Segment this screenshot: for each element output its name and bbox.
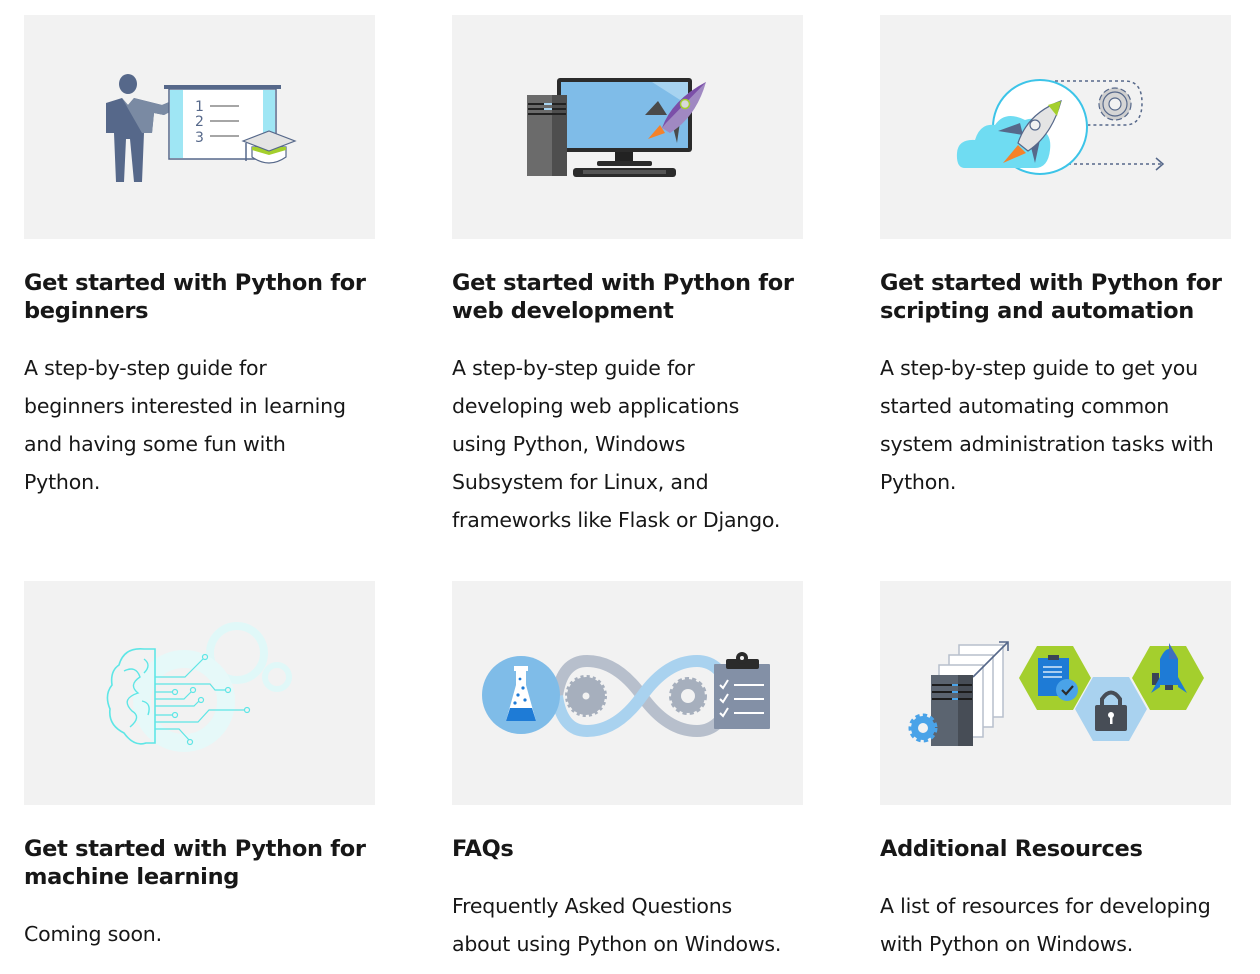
description-line: and having some fun with	[24, 432, 286, 456]
description-line: A step-by-step guide to get you	[880, 356, 1198, 380]
description-line: Frequently Asked Questions	[452, 894, 733, 918]
description-line: A step-by-step guide for	[24, 356, 267, 380]
description-line: A step-by-step guide for	[452, 356, 695, 380]
description-line: Python.	[24, 470, 101, 494]
card-description: Coming soon.	[24, 915, 162, 953]
description-line: started automating common	[880, 394, 1170, 418]
description-line: Python.	[880, 470, 957, 494]
description-line: A list of resources for developing	[880, 894, 1211, 918]
card-scripting-automation[interactable]: Get started with Python for scripting an…	[880, 15, 1231, 494]
card-additional-resources[interactable]: Additional Resources A list of resources…	[880, 581, 1231, 956]
card-title[interactable]: Get started with Python for web developm…	[452, 269, 794, 325]
card-faqs[interactable]: FAQs Frequently Asked Questions about us…	[452, 581, 803, 956]
card-image-machine-learning[interactable]	[24, 581, 375, 805]
card-image-faqs[interactable]	[452, 581, 803, 805]
card-title[interactable]: Get started with Python for beginners	[24, 269, 366, 325]
description-line: frameworks like Flask or Django.	[452, 508, 781, 532]
card-title-line[interactable]: web development	[452, 298, 674, 324]
flask-infinity-checklist-icon	[482, 652, 770, 738]
card-title-line[interactable]: beginners	[24, 298, 149, 324]
desktop-rocket-icon	[527, 78, 706, 177]
teacher-presentation-icon: 1 2 3	[106, 74, 297, 182]
card-title-line[interactable]: scripting and automation	[880, 298, 1194, 324]
card-image-scripting-automation[interactable]	[880, 15, 1231, 239]
description-line: using Python, Windows	[452, 432, 686, 456]
card-title-line[interactable]: Get started with Python for	[24, 836, 366, 862]
card-description: A step-by-step guide for developing web …	[452, 349, 780, 539]
card-title-line[interactable]: machine learning	[24, 864, 239, 890]
description-line: Coming soon.	[24, 922, 162, 946]
card-machine-learning[interactable]: Get started with Python for machine lear…	[24, 581, 375, 946]
cloud-rocket-gear-icon	[956, 79, 1165, 175]
card-beginners[interactable]: 1 2 3 Get started with Python for beginn…	[24, 15, 375, 494]
svg-text:1: 1	[195, 99, 204, 115]
card-title-line[interactable]: Get started with Python for	[24, 270, 366, 296]
card-image-additional-resources[interactable]	[880, 581, 1231, 805]
card-description: Frequently Asked Questions about using P…	[452, 887, 781, 963]
card-image-web-development[interactable]	[452, 15, 803, 239]
card-image-beginners[interactable]: 1 2 3	[24, 15, 375, 239]
svg-text:3: 3	[195, 130, 204, 146]
card-title[interactable]: Get started with Python for scripting an…	[880, 269, 1222, 325]
description-line: about using Python on Windows.	[452, 932, 782, 956]
description-line: Subsystem for Linux, and	[452, 470, 709, 494]
card-title-line[interactable]: Get started with Python for	[452, 270, 794, 296]
svg-text:2: 2	[195, 114, 204, 130]
description-line: beginners interested in learning	[24, 394, 346, 418]
card-web-development[interactable]: Get started with Python for web developm…	[452, 15, 803, 532]
server-hexagons-icon	[908, 641, 1204, 746]
card-title-line[interactable]: Additional Resources	[880, 836, 1143, 862]
card-description: A list of resources for developing with …	[880, 887, 1211, 963]
card-description: A step-by-step guide to get you started …	[880, 349, 1214, 501]
card-title[interactable]: FAQs	[452, 835, 514, 863]
description-line: developing web applications	[452, 394, 740, 418]
card-title[interactable]: Additional Resources	[880, 835, 1143, 863]
brain-circuit-icon	[106, 622, 292, 752]
card-title-line[interactable]: Get started with Python for	[880, 270, 1222, 296]
description-line: system administration tasks with	[880, 432, 1214, 456]
card-title[interactable]: Get started with Python for machine lear…	[24, 835, 366, 891]
description-line: with Python on Windows.	[880, 932, 1134, 956]
card-description: A step-by-step guide for beginners inter…	[24, 349, 346, 501]
card-title-line[interactable]: FAQs	[452, 836, 514, 862]
